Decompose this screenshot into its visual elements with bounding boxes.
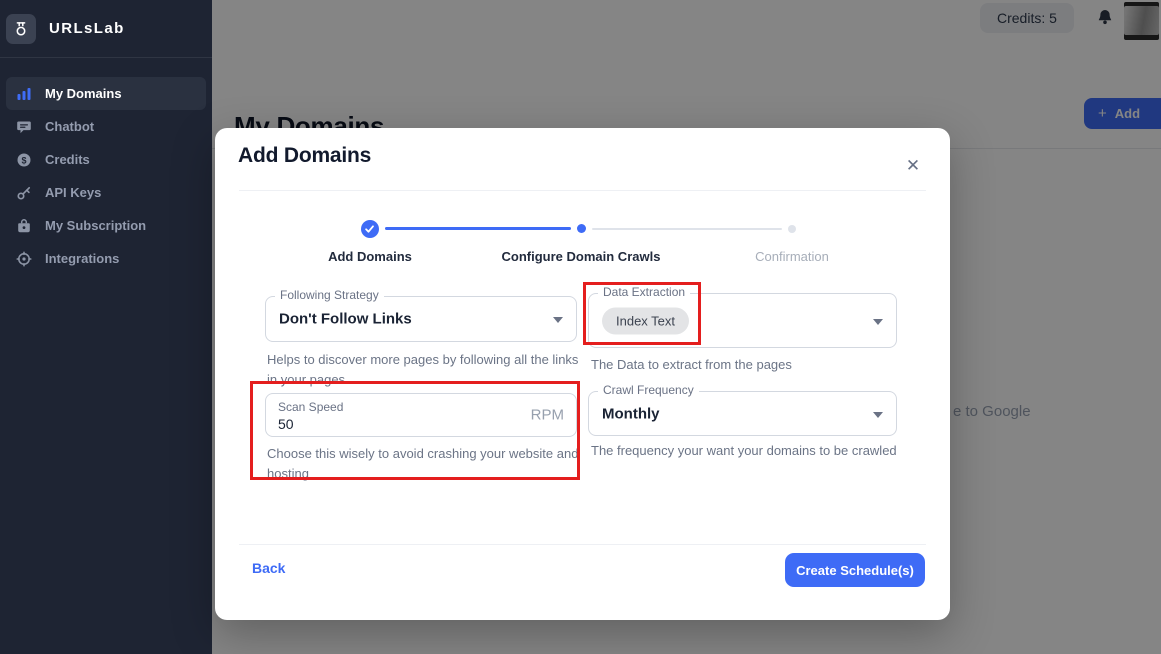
step-label-configure-domain-crawls: Configure Domain Crawls — [471, 249, 691, 267]
sidebar-item-label: API Keys — [45, 185, 101, 200]
close-icon[interactable]: ✕ — [901, 154, 925, 178]
sidebar-item-integrations[interactable]: Integrations — [6, 242, 206, 275]
sidebar-item-my-subscription[interactable]: My Subscription — [6, 209, 206, 242]
following-strategy-select[interactable]: Following Strategy Don't Follow Links — [265, 296, 577, 342]
modal-footer-divider — [239, 544, 926, 545]
subscription-bag-icon — [16, 218, 32, 234]
step-label-confirmation: Confirmation — [712, 249, 872, 267]
chevron-down-icon — [873, 412, 883, 418]
integrations-gear-icon — [16, 251, 32, 267]
sidebar-item-api-keys[interactable]: API Keys — [6, 176, 206, 209]
step-complete-check-icon — [361, 220, 379, 238]
svg-text:$: $ — [21, 155, 26, 165]
sidebar-item-my-domains[interactable]: My Domains — [6, 77, 206, 110]
chat-icon — [16, 119, 32, 135]
brand-logo: URLsLab — [0, 0, 212, 58]
sidebar-item-credits[interactable]: $ Credits — [6, 143, 206, 176]
brand-name: URLsLab — [49, 20, 125, 37]
sidebar-item-label: My Domains — [45, 86, 122, 101]
sidebar: URLsLab My Domains Chatbot $ Credits API… — [0, 0, 212, 654]
create-schedules-button[interactable]: Create Schedule(s) — [785, 553, 925, 587]
data-extraction-help: The Data to extract from the pages — [591, 355, 891, 375]
sidebar-item-label: My Subscription — [45, 218, 146, 233]
urlslab-flask-icon — [6, 14, 36, 44]
sidebar-item-label: Credits — [45, 152, 90, 167]
bar-chart-icon — [16, 86, 32, 102]
chevron-down-icon — [873, 319, 883, 325]
step-upcoming-dot — [788, 225, 796, 233]
stepper-connector-idle — [592, 228, 782, 230]
add-domains-modal: Add Domains ✕ Add Domains Configure Doma… — [215, 128, 950, 620]
modal-title: Add Domains — [238, 144, 371, 168]
dollar-coin-icon: $ — [16, 152, 32, 168]
data-extraction-highlight-box — [583, 282, 701, 345]
sidebar-item-label: Integrations — [45, 251, 119, 266]
sidebar-item-chatbot[interactable]: Chatbot — [6, 110, 206, 143]
step-active-dot — [577, 224, 586, 233]
scan-speed-highlight-box — [250, 381, 580, 480]
key-icon — [16, 185, 32, 201]
step-label-add-domains: Add Domains — [290, 249, 450, 267]
following-strategy-label: Following Strategy — [275, 288, 384, 302]
stepper-connector-active — [385, 227, 571, 230]
crawl-frequency-value: Monthly — [602, 405, 660, 422]
crawl-frequency-select[interactable]: Crawl Frequency Monthly — [588, 391, 897, 436]
sidebar-item-label: Chatbot — [45, 119, 94, 134]
modal-title-divider — [239, 190, 926, 191]
back-button[interactable]: Back — [252, 560, 285, 576]
crawl-frequency-help: The frequency your want your domains to … — [591, 441, 900, 461]
chevron-down-icon — [553, 317, 563, 323]
crawl-frequency-label: Crawl Frequency — [598, 383, 699, 397]
following-strategy-value: Don't Follow Links — [279, 311, 412, 328]
sidebar-nav: My Domains Chatbot $ Credits API Keys My… — [0, 58, 212, 275]
